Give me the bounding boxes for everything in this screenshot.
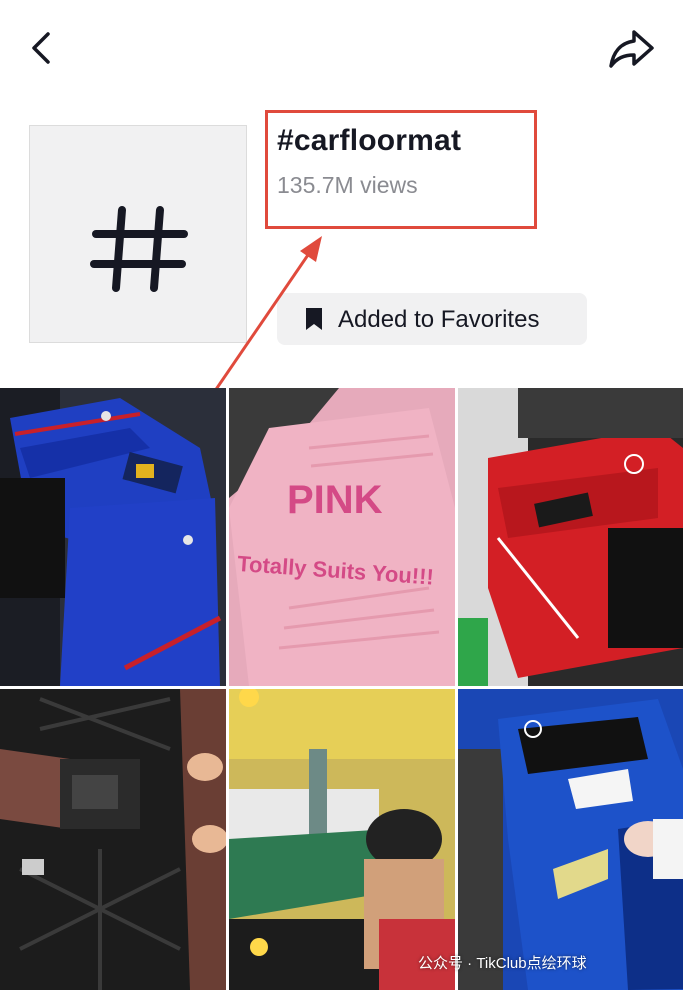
hashtag-title: #carfloormat: [277, 124, 462, 157]
video-grid: PINK Totally Suits You!!!: [0, 388, 683, 990]
chevron-left-icon: [32, 32, 50, 64]
watermark-text: 公众号 · TikClub点绘环球: [418, 955, 587, 972]
video-thumbnail-4[interactable]: [0, 689, 226, 990]
video-thumbnail-2[interactable]: PINK Totally Suits You!!!: [229, 388, 455, 686]
share-arrow-icon: [609, 30, 654, 68]
hash-icon: [90, 206, 188, 292]
favorites-button[interactable]: Added to Favorites: [277, 293, 587, 345]
video-thumbnail-6[interactable]: [458, 689, 683, 990]
bookmark-icon: [306, 308, 322, 330]
video-thumbnail-5[interactable]: [229, 689, 455, 990]
view-count: 135.7M views: [277, 172, 418, 198]
favorites-label: Added to Favorites: [338, 306, 540, 333]
top-bar: [0, 0, 683, 100]
pink-overlay-text: PINK: [287, 478, 383, 522]
hashtag-thumbnail: [29, 125, 247, 343]
video-thumbnail-1[interactable]: [0, 388, 226, 686]
video-thumbnail-3[interactable]: [458, 388, 683, 686]
back-button[interactable]: [22, 28, 62, 68]
share-button[interactable]: [606, 26, 656, 72]
